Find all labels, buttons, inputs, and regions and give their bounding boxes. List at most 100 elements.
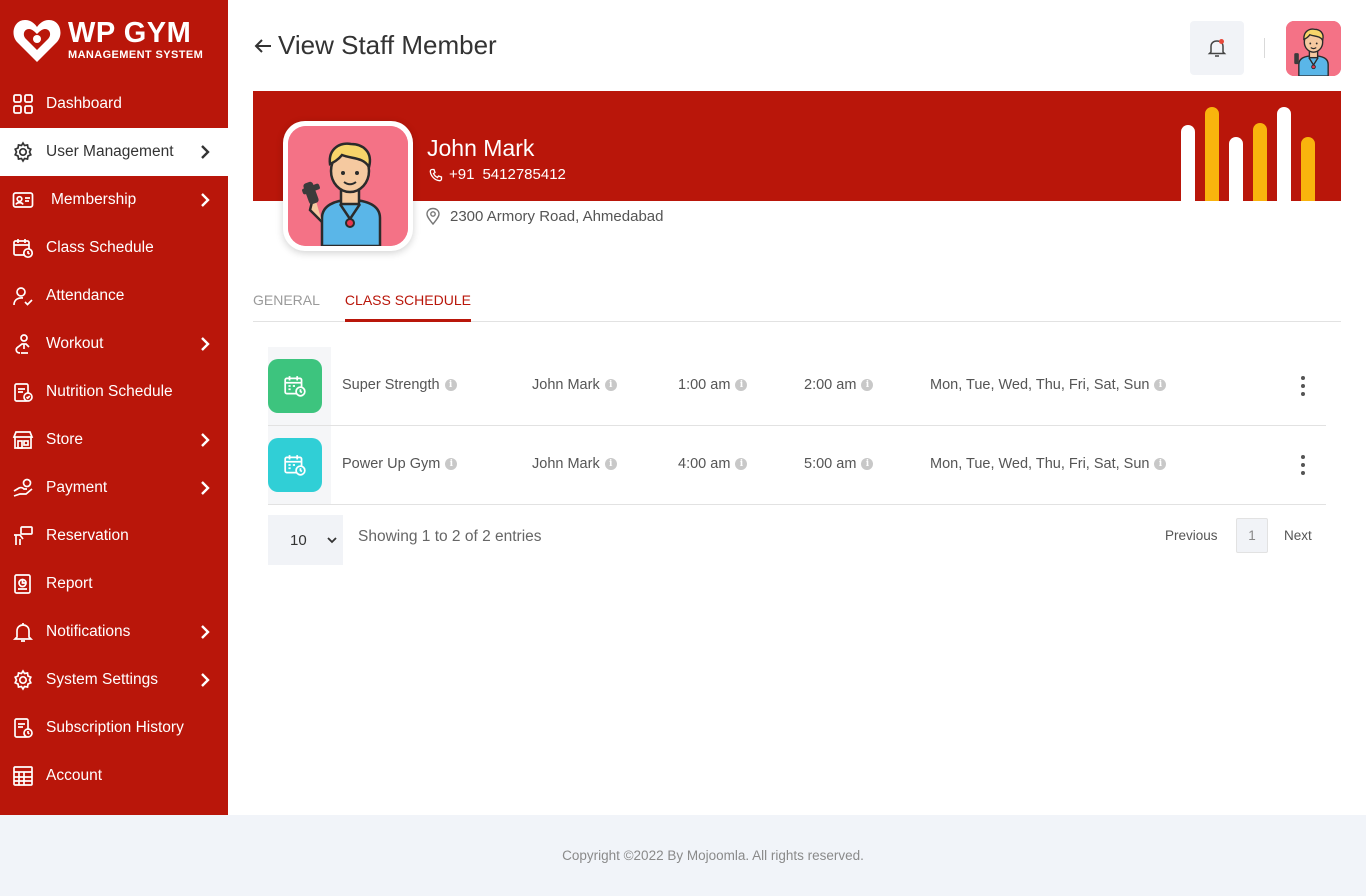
sidebar-item-account[interactable]: Account xyxy=(0,752,228,800)
sidebar-menu: Dashboard User Management Membership Cla… xyxy=(0,80,228,800)
info-icon[interactable]: i xyxy=(604,458,617,470)
sidebar-item-label: Subscription History xyxy=(46,719,184,736)
class-name-cell: Super Strength i xyxy=(342,377,457,393)
workout-icon xyxy=(11,332,35,356)
membership-card-icon xyxy=(11,188,35,212)
banner-bar xyxy=(1205,107,1219,201)
info-icon[interactable]: i xyxy=(444,379,457,391)
sidebar-item-label: Report xyxy=(46,575,93,592)
sidebar-item-label: Store xyxy=(46,431,84,448)
chevron-right-icon xyxy=(201,145,210,159)
profile-tabs: GENERAL CLASS SCHEDULE xyxy=(253,278,1341,322)
user-avatar[interactable] xyxy=(1286,21,1341,76)
sidebar-item-workout[interactable]: Workout xyxy=(0,320,228,368)
sidebar-item-subscription-history[interactable]: Subscription History xyxy=(0,704,228,752)
address-text: 2300 Armory Road, Ahmedabad xyxy=(450,207,664,225)
users-gear-icon xyxy=(11,140,35,164)
sidebar-item-nutrition-schedule[interactable]: Nutrition Schedule xyxy=(0,368,228,416)
sidebar-item-label: Membership xyxy=(51,191,137,208)
row-actions-menu-icon[interactable] xyxy=(1294,373,1312,399)
location-pin-icon xyxy=(426,207,440,225)
pagination-next[interactable]: Next xyxy=(1284,518,1312,553)
staff-avatar-icon xyxy=(1286,21,1341,76)
sidebar-item-system-settings[interactable]: System Settings xyxy=(0,656,228,704)
sidebar-item-user-management[interactable]: User Management xyxy=(0,128,228,176)
sidebar-item-label: Dashboard xyxy=(46,95,122,112)
chevron-right-icon xyxy=(201,481,210,495)
info-icon[interactable]: i xyxy=(1154,379,1167,391)
sidebar-item-reservation[interactable]: Reservation xyxy=(0,512,228,560)
sidebar-item-label: System Settings xyxy=(46,671,158,688)
attendance-icon xyxy=(11,284,35,308)
heart-logo-icon xyxy=(12,16,62,64)
info-icon[interactable]: i xyxy=(604,379,617,391)
notifications-button[interactable] xyxy=(1190,21,1244,75)
phone-code: +91 xyxy=(449,166,475,183)
sidebar-item-label: Payment xyxy=(46,479,108,496)
copyright-text: Copyright ©2022 By Mojoomla. All rights … xyxy=(562,848,864,863)
end-time-cell: 5:00 am i xyxy=(804,456,874,472)
report-icon xyxy=(11,572,35,596)
days-cell: Mon, Tue, Wed, Thu, Fri, Sat, Sun i xyxy=(930,377,1167,393)
info-icon[interactable]: i xyxy=(445,458,458,470)
row-actions-menu-icon[interactable] xyxy=(1294,452,1312,478)
tab-general[interactable]: GENERAL xyxy=(253,278,320,322)
gear-icon xyxy=(11,668,35,692)
brand-title: WP GYM xyxy=(68,17,192,49)
banner-decoration-bars xyxy=(1181,107,1315,201)
sidebar-item-dashboard[interactable]: Dashboard xyxy=(0,80,228,128)
info-icon[interactable]: i xyxy=(861,458,874,470)
phone-number: 5412785412 xyxy=(482,166,566,183)
chevron-right-icon xyxy=(201,193,210,207)
store-icon xyxy=(11,428,35,452)
chevron-down-icon xyxy=(327,537,337,544)
page-title-text: View Staff Member xyxy=(278,30,497,60)
staff-cell: John Mark i xyxy=(532,456,617,472)
page-title: View Staff Member xyxy=(252,30,497,61)
banner-bar xyxy=(1181,125,1195,201)
banner-bar xyxy=(1301,137,1315,201)
info-icon[interactable]: i xyxy=(1154,458,1167,470)
calendar-icon xyxy=(11,236,35,260)
staff-avatar-icon xyxy=(288,126,408,246)
bell-icon xyxy=(1207,39,1227,57)
back-arrow-icon[interactable] xyxy=(252,35,274,57)
sidebar-item-attendance[interactable]: Attendance xyxy=(0,272,228,320)
info-icon[interactable]: i xyxy=(735,458,748,470)
profile-photo xyxy=(283,121,413,251)
member-phone: +91 5412785412 xyxy=(429,166,566,183)
sidebar-item-store[interactable]: Store xyxy=(0,416,228,464)
page-size-select[interactable]: 10 xyxy=(268,515,343,565)
member-name: John Mark xyxy=(427,135,535,161)
info-icon[interactable]: i xyxy=(735,379,748,391)
sidebar-item-notifications[interactable]: Notifications xyxy=(0,608,228,656)
pagination-page-1[interactable]: 1 xyxy=(1236,518,1268,553)
table-row: Super Strength i John Mark i 1:00 am i 2:00… xyxy=(268,347,1326,426)
payment-icon xyxy=(11,476,35,500)
nutrition-icon xyxy=(11,380,35,404)
banner-bar xyxy=(1253,123,1267,201)
sidebar-item-label: Reservation xyxy=(46,527,129,544)
chevron-right-icon xyxy=(201,673,210,687)
banner-bar xyxy=(1277,107,1291,201)
table-row: Power Up Gym i John Mark i 4:00 am i 5:00 a… xyxy=(268,426,1326,505)
pagination-previous[interactable]: Previous xyxy=(1165,518,1218,553)
class-name-cell: Power Up Gym i xyxy=(342,456,458,472)
chevron-right-icon xyxy=(201,433,210,447)
sidebar-item-report[interactable]: Report xyxy=(0,560,228,608)
tab-class-schedule[interactable]: CLASS SCHEDULE xyxy=(344,278,471,322)
phone-icon xyxy=(429,168,443,181)
page-size-value: 10 xyxy=(290,531,307,549)
sidebar-item-label: Nutrition Schedule xyxy=(46,383,173,400)
entries-info: Showing 1 to 2 of 2 entries xyxy=(358,528,542,545)
sidebar-item-class-schedule[interactable]: Class Schedule xyxy=(0,224,228,272)
sidebar-item-label: Class Schedule xyxy=(46,239,154,256)
info-icon[interactable]: i xyxy=(861,379,874,391)
sidebar-item-label: User Management xyxy=(46,143,174,160)
sidebar-item-membership[interactable]: Membership xyxy=(0,176,228,224)
class-schedule-icon xyxy=(268,359,322,413)
account-icon xyxy=(11,764,35,788)
brand-logo[interactable]: WP GYM MANAGEMENT SYSTEM xyxy=(0,0,228,80)
sidebar-item-payment[interactable]: Payment xyxy=(0,464,228,512)
chevron-right-icon xyxy=(201,337,210,351)
